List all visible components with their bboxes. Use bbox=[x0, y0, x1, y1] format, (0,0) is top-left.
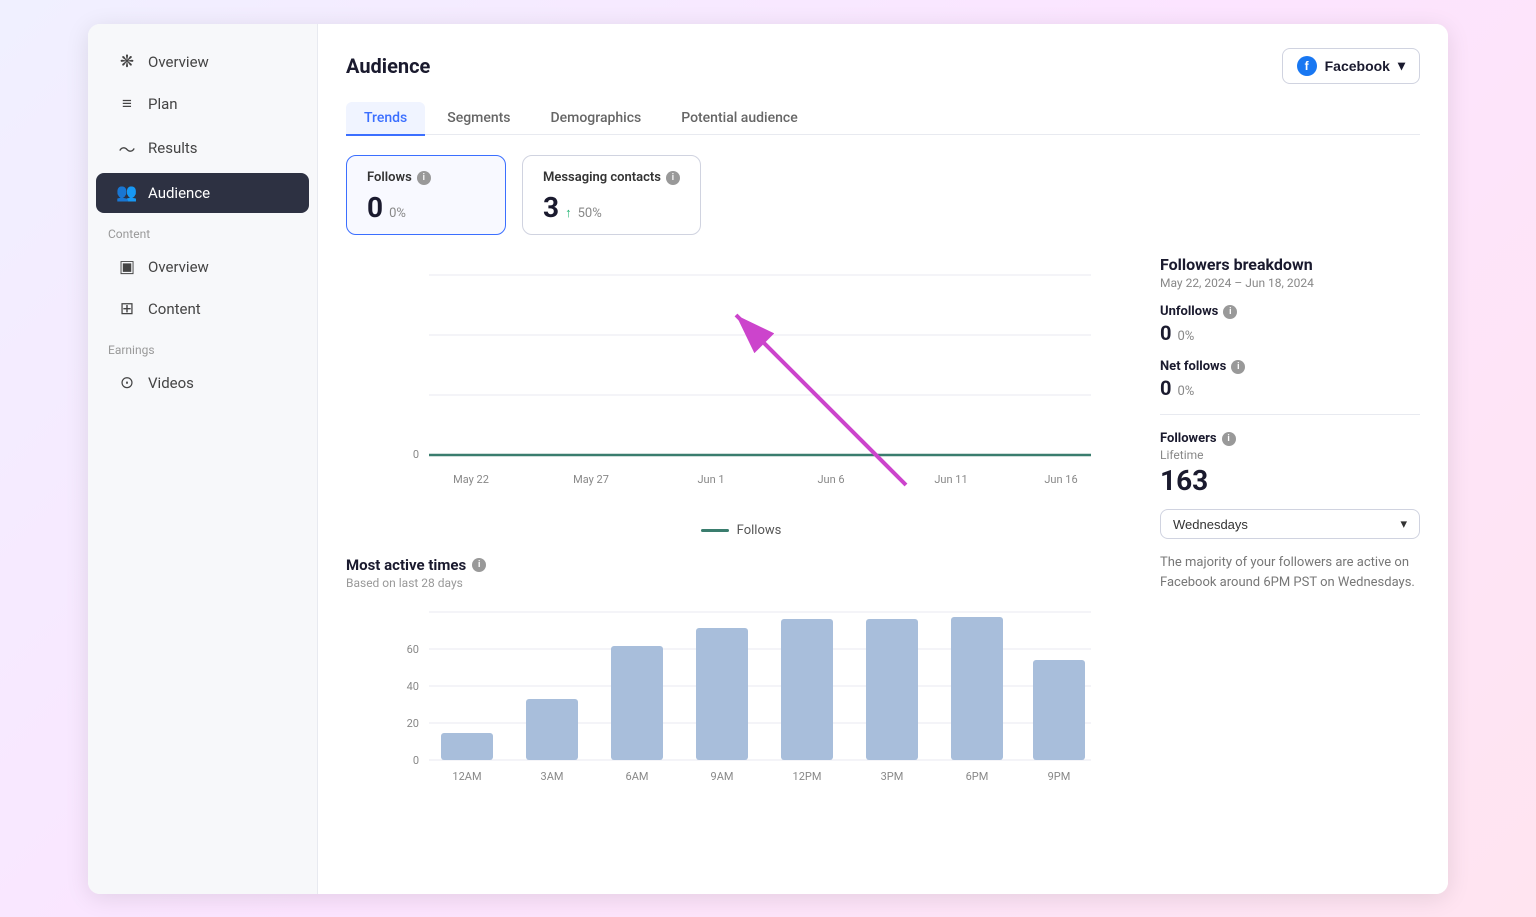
net-follows-pct: 0% bbox=[1177, 384, 1194, 399]
net-follows-label: Net follows i bbox=[1160, 359, 1420, 374]
legend-follows-label: Follows bbox=[737, 523, 782, 538]
svg-text:Jun 6: Jun 6 bbox=[817, 473, 844, 486]
follows-metric-card[interactable]: Follows i 0 0% bbox=[346, 155, 506, 235]
bar-chart-svg: 0 20 40 60 12AM 3AM 6AM bbox=[346, 602, 1136, 802]
sidebar-item-content[interactable]: ⊞ Content bbox=[96, 289, 309, 329]
unfollows-info-icon: i bbox=[1223, 305, 1237, 319]
sidebar-item-results[interactable]: 〜 Results bbox=[96, 126, 309, 171]
svg-text:9PM: 9PM bbox=[1048, 770, 1071, 783]
tab-potential-audience[interactable]: Potential audience bbox=[663, 102, 815, 136]
svg-text:0: 0 bbox=[413, 754, 419, 767]
messaging-label: Messaging contacts i bbox=[543, 170, 680, 185]
svg-text:60: 60 bbox=[407, 643, 419, 656]
svg-text:May 27: May 27 bbox=[573, 473, 609, 486]
overview-icon: ❋ bbox=[116, 52, 138, 72]
svg-text:12PM: 12PM bbox=[793, 770, 822, 783]
svg-text:20: 20 bbox=[407, 717, 419, 730]
content-section-label: Content bbox=[88, 215, 317, 245]
svg-text:Jun 11: Jun 11 bbox=[934, 473, 967, 486]
bar-chart-subtitle: Based on last 28 days bbox=[346, 576, 1136, 590]
content-row: 0 May 22 May 27 Jun 1 Jun 6 Jun 11 Jun 1… bbox=[346, 255, 1420, 806]
tabs-bar: Trends Segments Demographics Potential a… bbox=[346, 102, 1420, 136]
followers-section: Followers i Lifetime 163 bbox=[1160, 431, 1420, 497]
line-chart-svg: 0 May 22 May 27 Jun 1 Jun 6 Jun 11 Jun 1… bbox=[346, 255, 1136, 515]
follows-info-icon: i bbox=[417, 171, 431, 185]
legend-follows-line bbox=[701, 529, 729, 532]
messaging-pct: 50% bbox=[578, 206, 602, 221]
tab-demographics[interactable]: Demographics bbox=[533, 102, 660, 136]
net-follows-info-icon: i bbox=[1231, 360, 1245, 374]
followers-value: 163 bbox=[1160, 464, 1420, 497]
follows-value: 0 0% bbox=[367, 191, 485, 224]
app-container: ❋ Overview ≡ Plan 〜 Results 👥 Audience C… bbox=[88, 24, 1448, 894]
right-panel: Followers breakdown May 22, 2024 – Jun 1… bbox=[1160, 255, 1420, 806]
breakdown-title: Followers breakdown bbox=[1160, 255, 1420, 274]
tab-trends[interactable]: Trends bbox=[346, 102, 425, 136]
page-title: Audience bbox=[346, 54, 430, 78]
unfollows-label: Unfollows i bbox=[1160, 304, 1420, 319]
plan-icon: ≡ bbox=[116, 94, 138, 114]
messaging-value: 3 ↑ 50% bbox=[543, 191, 680, 224]
sidebar-item-overview[interactable]: ❋ Overview bbox=[96, 42, 309, 82]
insight-text: The majority of your followers are activ… bbox=[1160, 553, 1420, 592]
messaging-trend: ↑ bbox=[565, 205, 572, 221]
follows-pct: 0% bbox=[389, 206, 406, 221]
sidebar-item-audience[interactable]: 👥 Audience bbox=[96, 173, 309, 213]
line-chart-wrapper: 0 May 22 May 27 Jun 1 Jun 6 Jun 11 Jun 1… bbox=[346, 255, 1136, 538]
dropdown-arrow-icon: ▾ bbox=[1398, 57, 1405, 74]
chart-section: 0 May 22 May 27 Jun 1 Jun 6 Jun 11 Jun 1… bbox=[346, 255, 1136, 806]
day-selector-label: Wednesdays bbox=[1173, 517, 1248, 532]
chart-legend: Follows bbox=[346, 523, 1136, 538]
facebook-label: Facebook bbox=[1325, 58, 1390, 74]
breakdown-date-range: May 22, 2024 – Jun 18, 2024 bbox=[1160, 276, 1420, 290]
svg-text:40: 40 bbox=[407, 680, 419, 693]
followers-lifetime: Lifetime bbox=[1160, 448, 1420, 462]
unfollows-value: 0 0% bbox=[1160, 321, 1420, 345]
metrics-row: Follows i 0 0% Messaging contacts i 3 ↑ … bbox=[346, 155, 1420, 235]
content-icon: ⊞ bbox=[116, 299, 138, 319]
svg-text:3AM: 3AM bbox=[541, 770, 564, 783]
sidebar-item-videos[interactable]: ⊙ Videos bbox=[96, 363, 309, 403]
followers-info-icon: i bbox=[1222, 432, 1236, 446]
svg-text:6PM: 6PM bbox=[966, 770, 989, 783]
page-header: Audience f Facebook ▾ bbox=[346, 48, 1420, 84]
follows-label: Follows i bbox=[367, 170, 485, 185]
bar-chart-section: Most active times i Based on last 28 day… bbox=[346, 556, 1136, 806]
svg-text:0: 0 bbox=[413, 448, 419, 461]
svg-text:Jun 16: Jun 16 bbox=[1044, 473, 1077, 486]
facebook-icon: f bbox=[1297, 56, 1317, 76]
svg-text:May 22: May 22 bbox=[453, 473, 489, 486]
unfollows-pct: 0% bbox=[1177, 329, 1194, 344]
day-selector-arrow-icon: ▾ bbox=[1400, 516, 1407, 532]
results-icon: 〜 bbox=[116, 136, 138, 161]
facebook-selector-button[interactable]: f Facebook ▾ bbox=[1282, 48, 1420, 84]
svg-text:12AM: 12AM bbox=[452, 770, 481, 783]
panel-divider bbox=[1160, 414, 1420, 415]
svg-text:6AM: 6AM bbox=[626, 770, 649, 783]
followers-label: Followers i bbox=[1160, 431, 1420, 446]
videos-icon: ⊙ bbox=[116, 373, 138, 393]
bar-chart-title: Most active times i bbox=[346, 556, 1136, 574]
svg-text:9AM: 9AM bbox=[711, 770, 734, 783]
earnings-section-label: Earnings bbox=[88, 331, 317, 361]
bar-chart-info-icon: i bbox=[472, 558, 486, 572]
day-selector-button[interactable]: Wednesdays ▾ bbox=[1160, 509, 1420, 539]
svg-text:3PM: 3PM bbox=[881, 770, 904, 783]
messaging-info-icon: i bbox=[666, 171, 680, 185]
net-follows-value: 0 0% bbox=[1160, 376, 1420, 400]
sidebar-item-content-overview[interactable]: ▣ Overview bbox=[96, 247, 309, 287]
messaging-metric-card[interactable]: Messaging contacts i 3 ↑ 50% bbox=[522, 155, 701, 235]
sidebar-item-plan[interactable]: ≡ Plan bbox=[96, 84, 309, 124]
tab-segments[interactable]: Segments bbox=[429, 102, 528, 136]
sidebar: ❋ Overview ≡ Plan 〜 Results 👥 Audience C… bbox=[88, 24, 318, 894]
svg-text:Jun 1: Jun 1 bbox=[697, 473, 724, 486]
audience-icon: 👥 bbox=[116, 183, 138, 203]
main-content: Audience f Facebook ▾ Trends Segments De… bbox=[318, 24, 1448, 894]
content-overview-icon: ▣ bbox=[116, 257, 138, 277]
